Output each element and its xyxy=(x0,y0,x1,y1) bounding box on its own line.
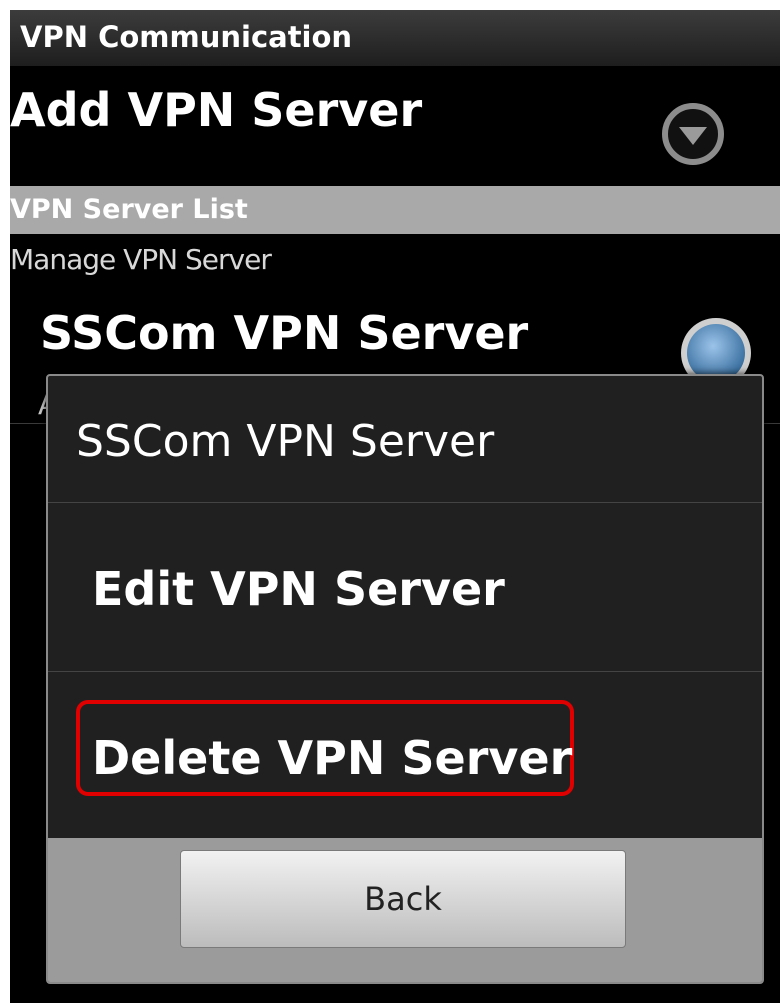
delete-option-label: Delete VPN Server xyxy=(92,731,573,785)
app-title: VPN Communication xyxy=(20,20,353,54)
server-name: SSCom VPN Server xyxy=(40,306,529,360)
edit-option-label: Edit VPN Server xyxy=(92,562,505,616)
section-header: VPN Server List xyxy=(10,186,780,234)
delete-vpn-server-option[interactable]: Delete VPN Server xyxy=(48,672,762,838)
add-vpn-server-row[interactable]: Add VPN Server xyxy=(10,66,780,186)
title-bar: VPN Communication xyxy=(10,10,780,66)
section-header-label: VPN Server List xyxy=(10,194,248,225)
context-menu-dialog: SSCom VPN Server Edit VPN Server Delete … xyxy=(46,374,764,984)
dialog-title: SSCom VPN Server xyxy=(48,376,762,503)
app-screen: VPN Communication Add VPN Server VPN Ser… xyxy=(10,10,780,1003)
edit-vpn-server-option[interactable]: Edit VPN Server xyxy=(48,503,762,672)
dialog-title-text: SSCom VPN Server xyxy=(76,416,495,467)
back-button[interactable]: Back xyxy=(180,850,626,948)
chevron-down-circle-icon[interactable] xyxy=(660,101,726,167)
add-vpn-server-label: Add VPN Server xyxy=(10,83,423,137)
section-subheader: Manage VPN Server xyxy=(10,243,272,276)
dialog-button-bar: Back xyxy=(48,838,762,982)
